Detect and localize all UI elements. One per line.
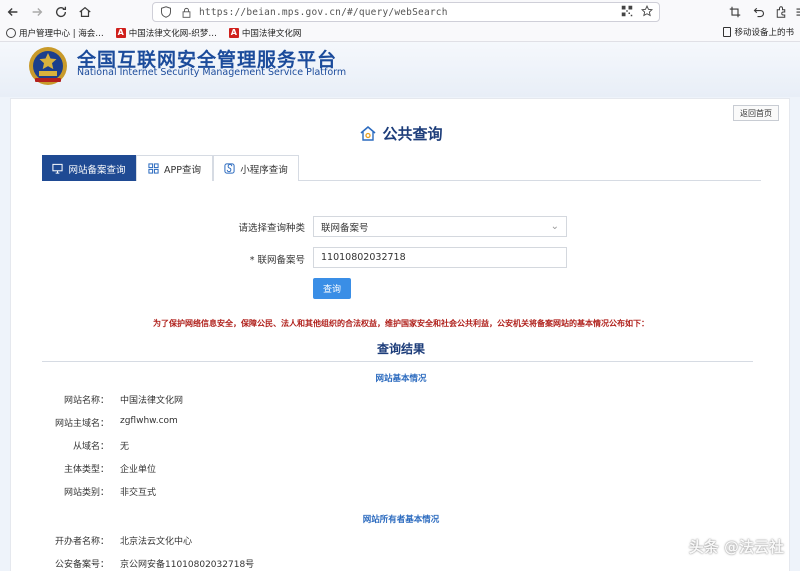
page-content: 全国互联网安全管理服务平台 National Internet Security… (0, 42, 800, 571)
query-title-text: 公共查询 (382, 125, 443, 143)
bookmark-label: 用户管理中心 | 海会… (19, 28, 104, 39)
monitor-icon (52, 163, 64, 174)
shield-icon[interactable] (159, 5, 173, 19)
bookmarks-bar: 用户管理中心 | 海会… A 中国法律文化网-织梦… A 中国法律文化网 移动设… (0, 24, 800, 42)
bookmark-item[interactable]: A 中国法律文化网 (228, 27, 302, 39)
address-bar[interactable]: https://beian.mps.gov.cn/#/query/webSear… (152, 2, 660, 22)
query-button[interactable]: 查询 (313, 278, 351, 299)
back-home-button[interactable]: 返回首页 (733, 105, 779, 121)
qr-code-icon[interactable] (621, 5, 633, 20)
undo-icon[interactable] (748, 2, 770, 22)
mobile-bookmarks[interactable]: 移动设备上的书 (723, 26, 794, 38)
house-search-icon (360, 125, 377, 141)
tab-label: APP查询 (164, 164, 201, 176)
site-category-label: 网站类别： (63, 488, 109, 498)
owner-name-value: 北京法云文化中心 (120, 537, 193, 547)
sub-domain-label: 从域名： (72, 442, 109, 452)
lock-icon[interactable] (179, 5, 193, 19)
folder-icon (723, 27, 732, 37)
query-type-label: 请选择查询种类 (238, 223, 305, 234)
tab-website-record[interactable]: 网站备案查询 (42, 155, 136, 181)
notice-text: 为了保护网络信息安全，保障公民、法人和其他组织的合法权益，维护国家安全和社会公共… (153, 319, 649, 328)
watermark: 头条 @法云社 (688, 538, 784, 556)
crop-icon[interactable] (724, 2, 746, 22)
result-title: 查询结果 (376, 342, 425, 356)
basic-info-title: 网站基本情况 (375, 374, 427, 384)
main-domain-label: 网站主域名： (54, 419, 109, 429)
site-category-value: 非交互式 (120, 488, 157, 498)
star-bookmark-icon[interactable] (641, 5, 653, 20)
record-number-input[interactable]: 11010802032718 (313, 247, 567, 268)
site-name-value: 中国法律文化网 (120, 396, 184, 406)
divider (42, 361, 753, 362)
tab-app[interactable]: APP查询 (136, 155, 213, 181)
entity-type-value: 企业单位 (120, 465, 157, 475)
entity-type-label: 主体类型： (63, 465, 109, 475)
bookmark-label: 中国法律文化网-织梦… (128, 28, 217, 39)
home-icon[interactable] (74, 1, 96, 23)
sub-domain-value: 无 (120, 442, 130, 452)
site-name-label: 网站名称： (63, 396, 109, 406)
record-number-label: * 联网备案号 (249, 255, 305, 266)
browser-toolbar: https://beian.mps.gov.cn/#/query/webSear… (0, 0, 800, 24)
owner-info-title: 网站所有者基本情况 (362, 515, 440, 525)
mobile-bookmarks-label: 移动设备上的书 (734, 28, 794, 38)
query-panel: 返回首页 公共查询 网站备案查询 APP查询 小程序查询 请选择查询种类 联网备… (10, 98, 790, 571)
site-logo-icon: A (115, 27, 126, 38)
bookmark-item[interactable]: A 中国法律文化网-织梦… (115, 27, 217, 39)
site-logo-icon: A (228, 27, 239, 38)
tab-label: 小程序查询 (240, 164, 288, 176)
site-header: 全国互联网安全管理服务平台 National Internet Security… (0, 42, 800, 97)
mini-program-icon (224, 163, 235, 174)
police-record-label: 公安备案号： (54, 560, 109, 570)
query-type-select[interactable]: 联网备案号 ⌄ (313, 216, 567, 237)
police-record-value: 京公网安备11010802032718号 (120, 560, 255, 570)
site-subtitle: National Internet Security Management Se… (77, 67, 347, 78)
owner-name-label: 开办者名称： (54, 537, 109, 547)
url-text: https://beian.mps.gov.cn/#/query/webSear… (199, 6, 448, 18)
query-type-value: 联网备案号 (321, 222, 369, 234)
main-domain-value: zgflwhw.com (120, 416, 178, 426)
globe-icon (6, 27, 16, 38)
bookmark-item[interactable]: 用户管理中心 | 海会… (6, 27, 104, 39)
forward-arrow-icon[interactable] (26, 1, 48, 23)
reload-icon[interactable] (50, 1, 72, 23)
extensions-icon[interactable] (770, 2, 792, 22)
police-emblem-icon (29, 47, 67, 85)
bookmark-label: 中国法律文化网 (241, 28, 302, 39)
tab-mini-program[interactable]: 小程序查询 (213, 155, 299, 181)
chevron-down-icon: ⌄ (550, 221, 559, 232)
menu-icon[interactable] (790, 2, 800, 22)
back-arrow-icon[interactable] (2, 1, 24, 23)
query-heading: 公共查询 (11, 123, 791, 144)
query-tabs: 网站备案查询 APP查询 小程序查询 (42, 155, 761, 181)
tab-label: 网站备案查询 (68, 164, 126, 176)
grid-icon (148, 163, 159, 174)
